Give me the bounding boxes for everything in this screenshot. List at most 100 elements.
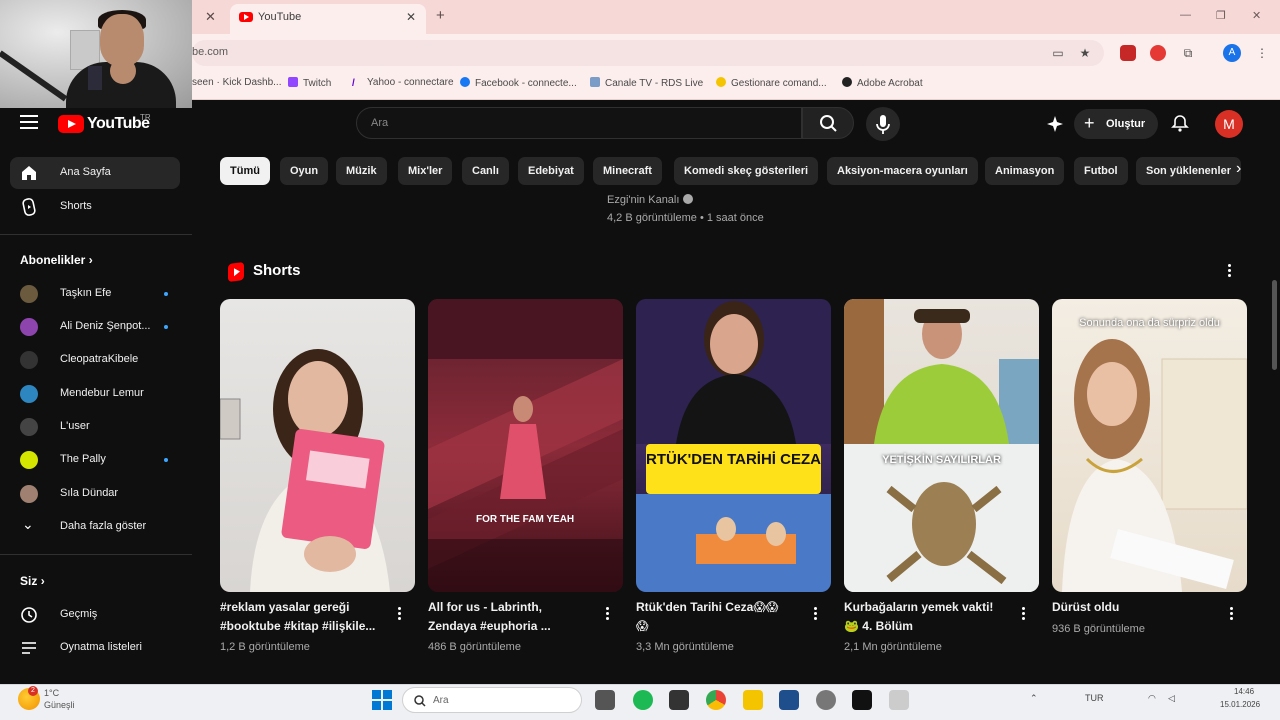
chip[interactable]: Müzik [336,157,387,185]
clock-time[interactable]: 14:46 [1234,687,1254,696]
subscription-item[interactable]: Sıla Dündar [10,478,180,510]
webcam-overlay [0,0,192,108]
search-input[interactable]: Ara [356,107,802,139]
settings-gear-icon[interactable] [816,690,836,710]
more-options-icon[interactable] [1228,264,1232,278]
notifications-bell-icon[interactable] [1170,113,1190,133]
youtube-favicon-icon [239,12,253,22]
short-title[interactable]: Dürüst oldu [1052,598,1222,617]
chip[interactable]: Animasyon [985,157,1065,185]
extensions-puzzle-icon[interactable]: ⧉ [1180,45,1196,61]
app-icon[interactable] [852,690,872,710]
create-button[interactable]: + Oluştur [1074,109,1158,139]
chip[interactable]: Edebiyat [518,157,584,185]
app-icon[interactable] [669,690,689,710]
browser-tab-youtube[interactable]: YouTube ✕ [230,4,426,34]
more-options-icon[interactable] [606,607,610,621]
bookmark-item[interactable]: Gestionare comand... [716,77,827,89]
bookmark-item[interactable]: Facebook - connecte... [460,77,577,89]
sidebar-item-home[interactable]: Ana Sayfa [10,157,180,189]
sidebar-item-shorts[interactable]: Shorts [10,191,180,223]
scrollbar-thumb[interactable] [1272,280,1277,370]
cast-icon[interactable]: ▭ [1050,45,1066,61]
subscription-item[interactable]: CleopatraKibele [10,344,180,376]
short-title[interactable]: Rtük'den Tarihi Ceza😱😱 😱 [636,598,806,636]
youtube-logo[interactable]: YouTube TR [58,113,151,135]
voice-search-button[interactable] [866,107,900,141]
channel-name[interactable]: Ezgi'nin Kanalı [607,194,693,206]
chip-all[interactable]: Tümü [220,157,270,185]
search-button[interactable] [802,107,854,139]
browser-menu-icon[interactable]: ⋮ [1254,45,1270,61]
avatar [20,318,38,336]
chrome-icon[interactable] [706,690,726,710]
subscription-item[interactable]: L'user [10,411,180,443]
new-tab-button[interactable]: + [436,7,445,24]
short-title[interactable]: All for us - Labrinth, Zendaya #euphoria … [428,598,598,636]
chip[interactable]: Canlı [462,157,509,185]
wifi-icon[interactable]: ◠ [1148,693,1156,704]
file-explorer-icon[interactable] [743,690,763,710]
short-thumbnail[interactable]: Sonunda ona da sürpriz oldu [1052,299,1247,592]
short-thumbnail[interactable]: FOR THE FAM YEAH [428,299,623,592]
more-options-icon[interactable] [398,607,402,621]
bookmark-item[interactable]: / Yahoo - connectare [352,77,454,89]
bookmark-item[interactable]: Canale TV - RDS Live [590,77,703,89]
volume-icon[interactable]: ◁ [1168,693,1175,704]
short-thumbnail[interactable]: YETİŞKİN SAYILIRLAR [844,299,1039,592]
browser-profile-avatar[interactable]: A [1223,44,1241,62]
sidebar-item-history[interactable]: Geçmiş [10,599,180,631]
task-view-icon[interactable] [595,690,615,710]
app-icon[interactable] [889,690,909,710]
minimize-icon[interactable]: — [1180,9,1191,21]
chip[interactable]: Aksiyon-macera oyunları [827,157,978,185]
extension-icon[interactable] [1120,45,1136,61]
chip[interactable]: Futbol [1074,157,1128,185]
windows-start-icon[interactable] [372,690,392,710]
maximize-icon[interactable]: ❐ [1216,9,1226,22]
tab-close-icon[interactable]: ✕ [205,9,216,25]
show-more-button[interactable]: ⌄ Daha fazla göster [10,511,180,543]
subscription-item[interactable]: Ali Deniz Şenpot... [10,311,180,343]
bookmark-item[interactable]: Adobe Acrobat [842,77,923,89]
sparkle-icon[interactable] [1045,114,1065,134]
short-title[interactable]: #reklam yasalar gereği #booktube #kitap #… [220,598,390,636]
you-heading[interactable]: Siz › [20,574,45,588]
menu-icon[interactable] [20,115,38,129]
chip[interactable]: Son yüklenenler [1136,157,1241,185]
more-options-icon[interactable] [1022,607,1026,621]
subscription-item[interactable]: Taşkın Efe [10,278,180,310]
sidebar: Ana Sayfa Shorts Abonelikler › Taşkın Ef… [0,144,192,684]
chip[interactable]: Mix'ler [398,157,453,185]
record-extension-icon[interactable] [1150,45,1166,61]
short-thumbnail[interactable] [220,299,415,592]
sidebar-item-playlists[interactable]: Oynatma listeleri [10,632,180,664]
avatar [20,285,38,303]
more-options-icon[interactable] [814,607,818,621]
account-avatar[interactable]: M [1215,110,1243,138]
short-thumbnail[interactable]: RTÜK'DEN TARİHİ CEZA [636,299,831,592]
subscription-item[interactable]: Mendebur Lemur [10,378,180,410]
tray-chevron-up-icon[interactable]: ⌃ [1030,693,1038,704]
close-tab-icon[interactable]: ✕ [406,10,416,24]
subscriptions-heading[interactable]: Abonelikler › [20,253,93,267]
bookmark-item[interactable]: seen · Kick Dashb... [192,77,281,88]
spotify-icon[interactable] [633,690,653,710]
keyboard-language[interactable]: TUR [1085,693,1104,703]
notification-badge: 2 [28,686,38,696]
chip[interactable]: Oyun [280,157,329,185]
chip[interactable]: Minecraft [593,157,662,185]
more-options-icon[interactable] [1230,607,1234,621]
short-title[interactable]: Kurbağaların yemek vakti! 🐸 4. Bölüm [844,598,1014,636]
taskbar-search-input[interactable]: Ara [402,687,582,713]
chip[interactable]: Komedi skeç gösterileri [674,157,819,185]
video-meta: 4,2 B görüntüleme • 1 saat önce [607,212,764,224]
close-window-icon[interactable]: ✕ [1252,9,1261,22]
app-icon[interactable] [779,690,799,710]
clock-date[interactable]: 15.01.2026 [1220,700,1260,709]
bookmark-item[interactable]: Twitch [288,77,331,89]
address-bar[interactable]: be.com [192,40,1104,66]
chevron-right-icon[interactable]: › [1236,160,1241,178]
subscription-item[interactable]: The Pally [10,444,180,476]
bookmark-star-icon[interactable]: ★ [1077,45,1093,61]
